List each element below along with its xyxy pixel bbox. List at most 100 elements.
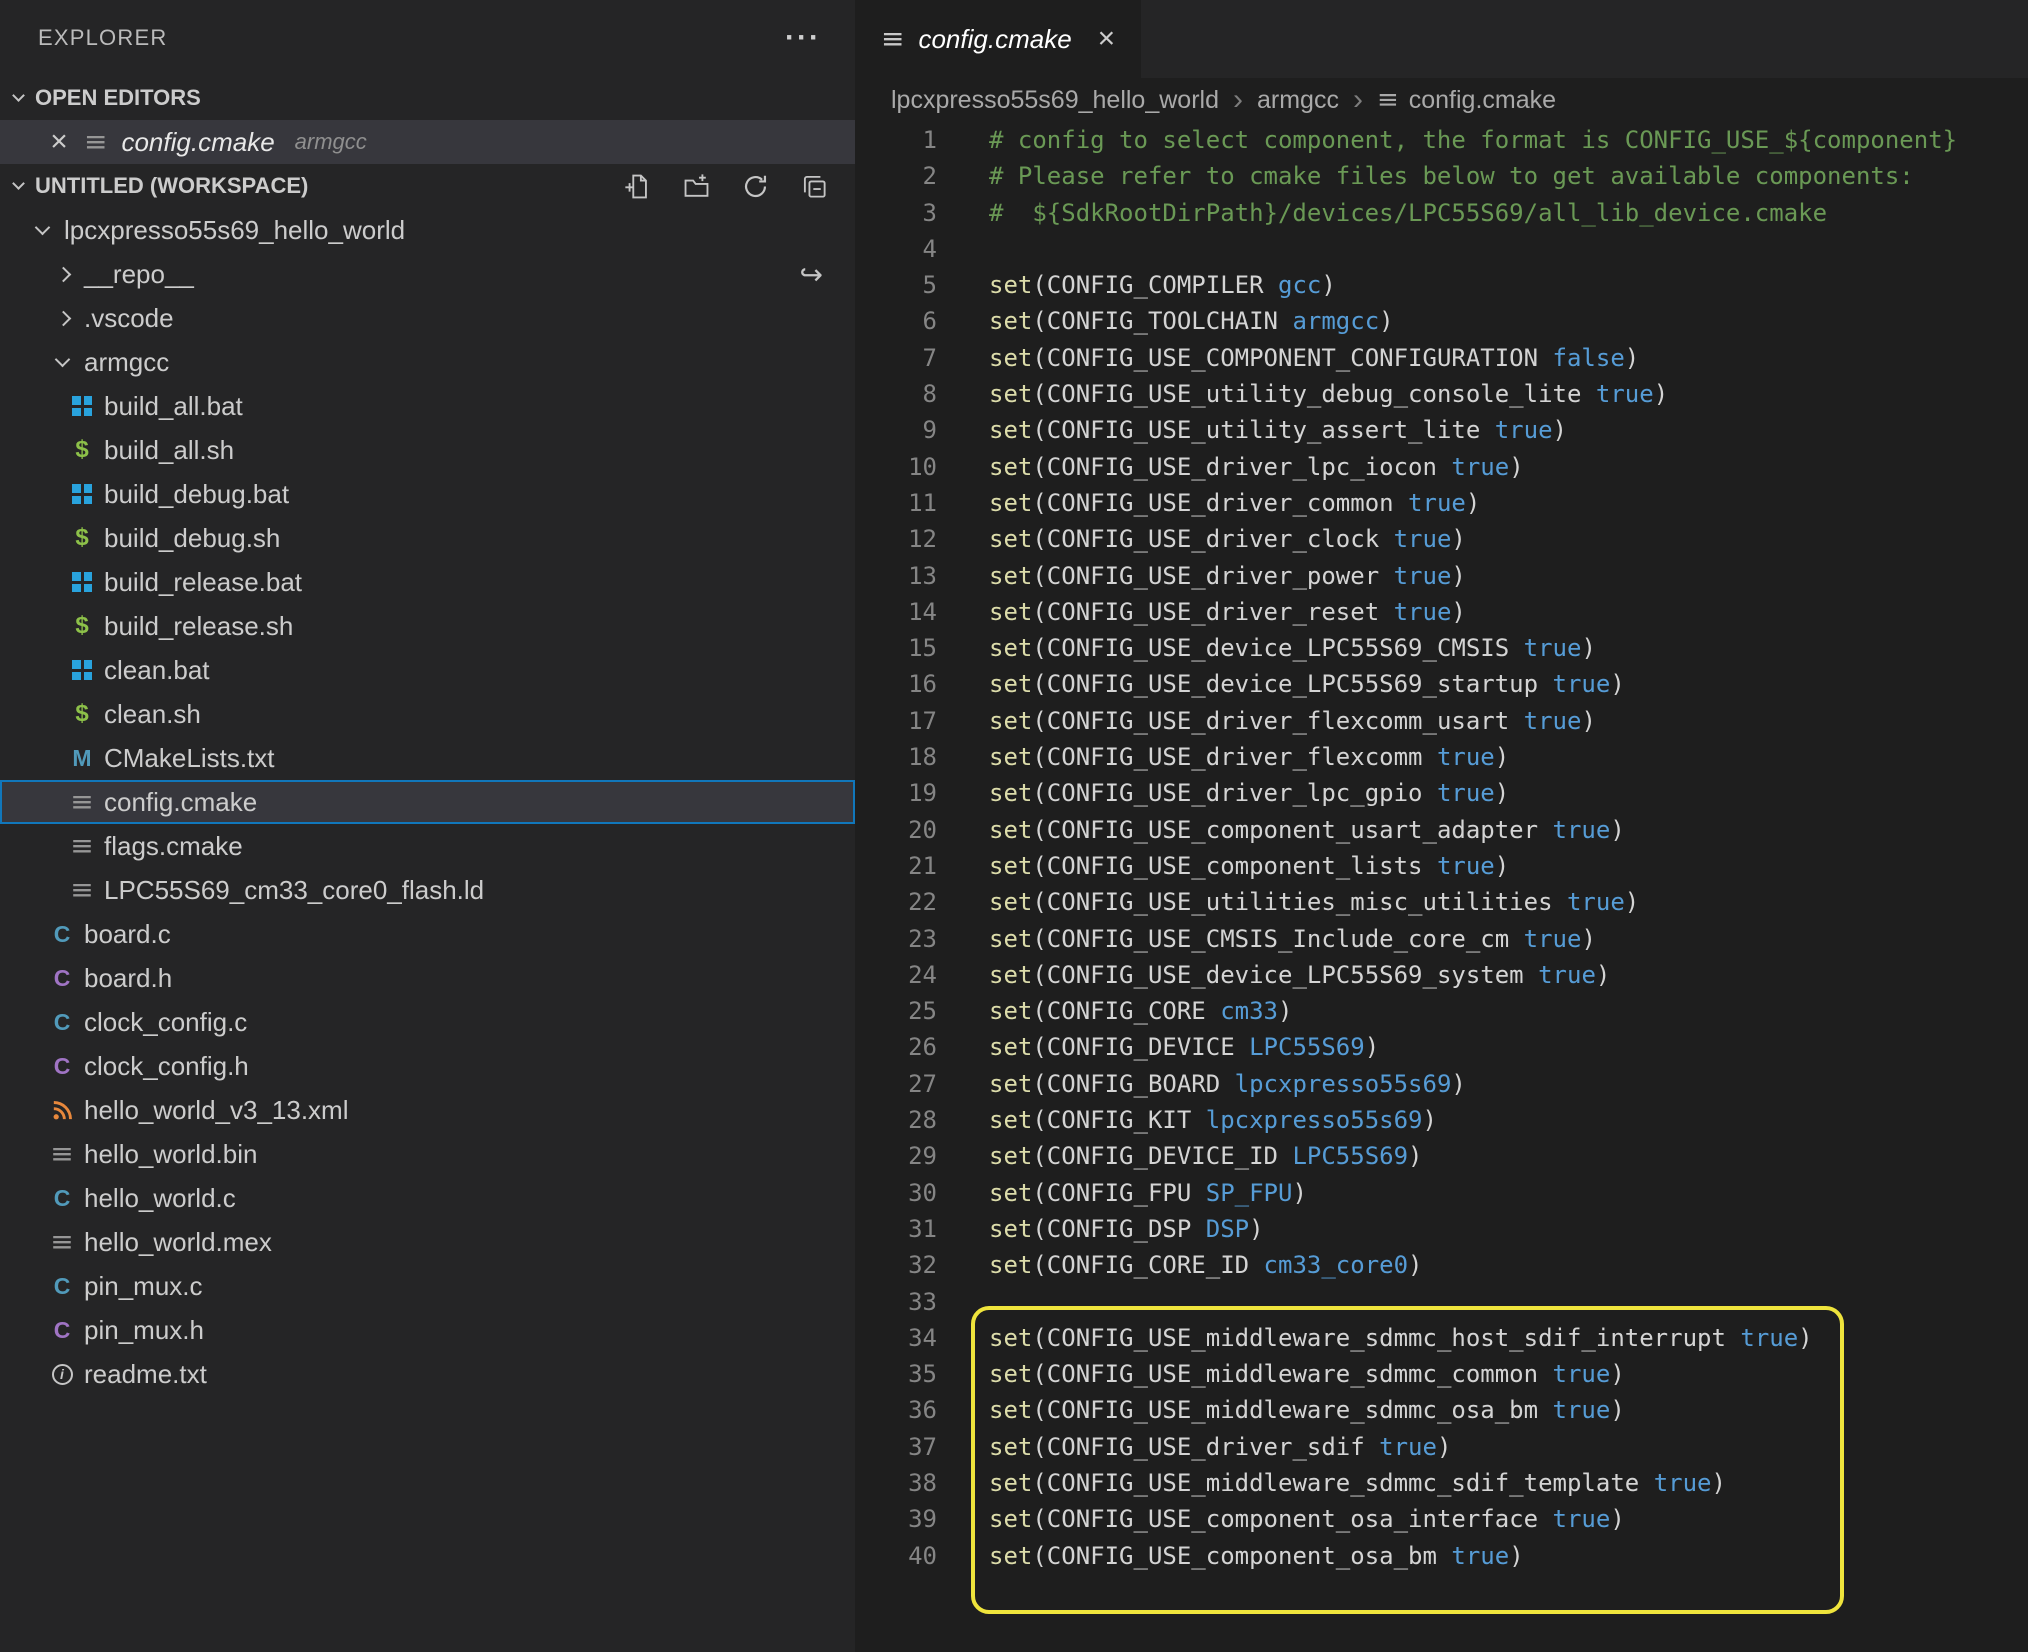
line-number[interactable]: 34	[855, 1320, 937, 1356]
line-number[interactable]: 29	[855, 1138, 937, 1174]
line-number[interactable]: 37	[855, 1429, 937, 1465]
line-number[interactable]: 11	[855, 485, 937, 521]
line-number[interactable]: 2	[855, 158, 937, 194]
line-text[interactable]: set(CONFIG_USE_device_LPC55S69_startup t…	[937, 666, 1625, 702]
line-text[interactable]: set(CONFIG_USE_component_osa_interface t…	[937, 1501, 1625, 1537]
close-icon[interactable]: ×	[46, 127, 72, 157]
line-text[interactable]: set(CONFIG_USE_CMSIS_Include_core_cm tru…	[937, 921, 1596, 957]
line-number[interactable]: 17	[855, 703, 937, 739]
tree-folder-armgcc[interactable]: armgcc	[0, 340, 855, 384]
line-number[interactable]: 28	[855, 1102, 937, 1138]
tree-file-pin_mux.h[interactable]: Cpin_mux.h	[0, 1308, 855, 1352]
line-text[interactable]: set(CONFIG_USE_driver_lpc_gpio true)	[937, 775, 1509, 811]
breadcrumb-item-folder[interactable]: armgcc	[1257, 86, 1339, 115]
tree-file-hello_world.mex[interactable]: ≡hello_world.mex	[0, 1220, 855, 1264]
tree-file-build_release.sh[interactable]: $build_release.sh	[0, 604, 855, 648]
tree-file-hello_world.bin[interactable]: ≡hello_world.bin	[0, 1132, 855, 1176]
line-text[interactable]: set(CONFIG_USE_utilities_misc_utilities …	[937, 884, 1639, 920]
line-number[interactable]: 18	[855, 739, 937, 775]
close-icon[interactable]: ×	[1098, 24, 1116, 54]
line-text[interactable]: set(CONFIG_BOARD lpcxpresso55s69)	[937, 1066, 1466, 1102]
line-text[interactable]: # Please refer to cmake files below to g…	[937, 158, 1914, 194]
line-number[interactable]: 31	[855, 1211, 937, 1247]
curved-arrow-icon[interactable]: ↪	[800, 258, 823, 291]
line-number[interactable]: 21	[855, 848, 937, 884]
line-text[interactable]: set(CONFIG_USE_middleware_sdmmc_host_sdi…	[937, 1320, 1813, 1356]
tree-folder-__repo__[interactable]: __repo__↪	[0, 252, 855, 296]
line-number[interactable]: 40	[855, 1538, 937, 1574]
tree-file-LPC55S69_cm33_core0_flash.ld[interactable]: ≡LPC55S69_cm33_core0_flash.ld	[0, 868, 855, 912]
line-text[interactable]: set(CONFIG_TOOLCHAIN armgcc)	[937, 303, 1394, 339]
line-number[interactable]: 6	[855, 303, 937, 339]
line-number[interactable]: 20	[855, 812, 937, 848]
line-text[interactable]: set(CONFIG_COMPILER gcc)	[937, 267, 1336, 303]
line-number[interactable]: 26	[855, 1029, 937, 1065]
line-text[interactable]: set(CONFIG_USE_device_LPC55S69_CMSIS tru…	[937, 630, 1596, 666]
line-number[interactable]: 30	[855, 1175, 937, 1211]
tree-file-build_debug.sh[interactable]: $build_debug.sh	[0, 516, 855, 560]
line-text[interactable]	[937, 231, 989, 267]
open-editors-header[interactable]: OPEN EDITORS	[0, 76, 855, 120]
line-number[interactable]: 10	[855, 449, 937, 485]
tree-file-readme.txt[interactable]: ireadme.txt	[0, 1352, 855, 1396]
tree-file-CMakeLists.txt[interactable]: MCMakeLists.txt	[0, 736, 855, 780]
line-text[interactable]: set(CONFIG_USE_utility_assert_lite true)	[937, 412, 1567, 448]
code-editor[interactable]: 1# config to select component, the forma…	[855, 122, 2028, 1652]
tree-file-build_debug.bat[interactable]: build_debug.bat	[0, 472, 855, 516]
workspace-header[interactable]: UNTITLED (WORKSPACE)	[0, 164, 855, 208]
line-text[interactable]: set(CONFIG_USE_utility_debug_console_lit…	[937, 376, 1668, 412]
line-number[interactable]: 16	[855, 666, 937, 702]
tree-file-build_all.sh[interactable]: $build_all.sh	[0, 428, 855, 472]
breadcrumb-item-file[interactable]: config.cmake	[1409, 86, 1556, 115]
line-text[interactable]: # config to select component, the format…	[937, 122, 1957, 158]
line-number[interactable]: 25	[855, 993, 937, 1029]
line-text[interactable]	[937, 1284, 989, 1320]
refresh-button[interactable]	[740, 171, 770, 201]
line-text[interactable]: set(CONFIG_USE_driver_lpc_iocon true)	[937, 449, 1524, 485]
tree-file-board.h[interactable]: Cboard.h	[0, 956, 855, 1000]
line-number[interactable]: 35	[855, 1356, 937, 1392]
line-number[interactable]: 39	[855, 1501, 937, 1537]
line-text[interactable]: set(CONFIG_USE_driver_sdif true)	[937, 1429, 1451, 1465]
tree-file-clock_config.c[interactable]: Cclock_config.c	[0, 1000, 855, 1044]
line-text[interactable]: set(CONFIG_USE_driver_power true)	[937, 558, 1466, 594]
tree-file-config.cmake[interactable]: ≡config.cmake	[0, 780, 855, 824]
line-number[interactable]: 22	[855, 884, 937, 920]
line-text[interactable]: set(CONFIG_USE_component_usart_adapter t…	[937, 812, 1625, 848]
line-text[interactable]: set(CONFIG_USE_device_LPC55S69_system tr…	[937, 957, 1610, 993]
tree-folder-.vscode[interactable]: .vscode	[0, 296, 855, 340]
line-number[interactable]: 23	[855, 921, 937, 957]
tree-file-board.c[interactable]: Cboard.c	[0, 912, 855, 956]
tree-file-hello_world_v3_13.xml[interactable]: hello_world_v3_13.xml	[0, 1088, 855, 1132]
line-text[interactable]: set(CONFIG_USE_driver_flexcomm true)	[937, 739, 1509, 775]
tree-file-build_all.bat[interactable]: build_all.bat	[0, 384, 855, 428]
tree-file-clean.bat[interactable]: clean.bat	[0, 648, 855, 692]
line-number[interactable]: 3	[855, 195, 937, 231]
line-number[interactable]: 5	[855, 267, 937, 303]
line-text[interactable]: set(CONFIG_CORE cm33)	[937, 993, 1292, 1029]
line-number[interactable]: 12	[855, 521, 937, 557]
more-actions-button[interactable]: ···	[785, 23, 821, 53]
line-text[interactable]: set(CONFIG_USE_middleware_sdmmc_sdif_tem…	[937, 1465, 1726, 1501]
line-number[interactable]: 15	[855, 630, 937, 666]
new-folder-button[interactable]	[681, 171, 711, 201]
line-number[interactable]: 38	[855, 1465, 937, 1501]
line-number[interactable]: 24	[855, 957, 937, 993]
tree-file-pin_mux.c[interactable]: Cpin_mux.c	[0, 1264, 855, 1308]
line-text[interactable]: set(CONFIG_FPU SP_FPU)	[937, 1175, 1307, 1211]
line-number[interactable]: 7	[855, 340, 937, 376]
tree-folder-lpcxpresso55s69_hello_world[interactable]: lpcxpresso55s69_hello_world	[0, 208, 855, 252]
tree-file-clock_config.h[interactable]: Cclock_config.h	[0, 1044, 855, 1088]
line-text[interactable]: set(CONFIG_USE_driver_clock true)	[937, 521, 1466, 557]
line-number[interactable]: 8	[855, 376, 937, 412]
open-editor-entry[interactable]: × ≡ config.cmake armgcc	[0, 120, 855, 164]
line-number[interactable]: 1	[855, 122, 937, 158]
line-text[interactable]: set(CONFIG_USE_driver_reset true)	[937, 594, 1466, 630]
line-text[interactable]: set(CONFIG_KIT lpcxpresso55s69)	[937, 1102, 1437, 1138]
line-text[interactable]: set(CONFIG_DEVICE_ID LPC55S69)	[937, 1138, 1423, 1174]
line-text[interactable]: set(CONFIG_DEVICE LPC55S69)	[937, 1029, 1379, 1065]
tree-file-flags.cmake[interactable]: ≡flags.cmake	[0, 824, 855, 868]
line-text[interactable]: set(CONFIG_CORE_ID cm33_core0)	[937, 1247, 1423, 1283]
line-number[interactable]: 14	[855, 594, 937, 630]
line-text[interactable]: set(CONFIG_DSP DSP)	[937, 1211, 1264, 1247]
